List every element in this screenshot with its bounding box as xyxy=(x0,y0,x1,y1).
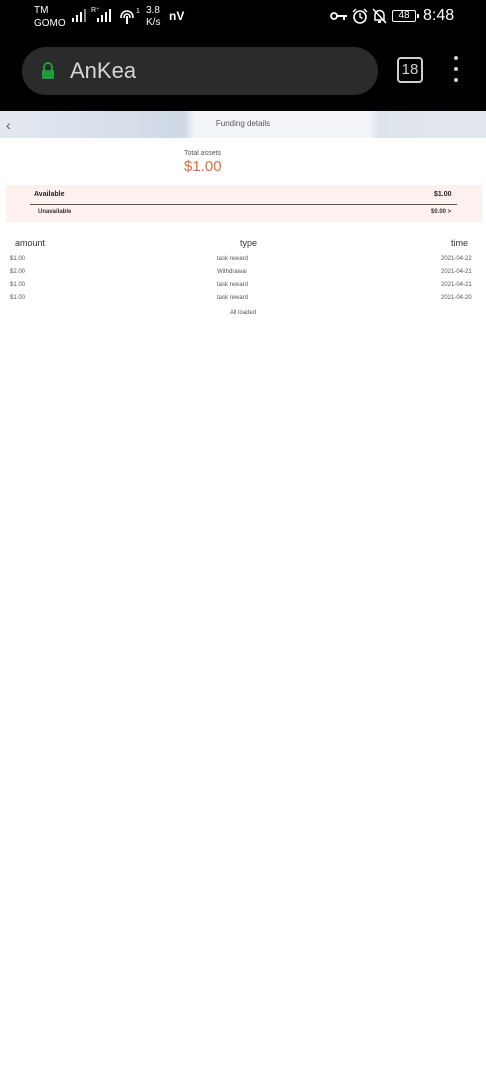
carrier-line-1: TM xyxy=(34,5,49,16)
unavailable-label[interactable]: Unavailable xyxy=(38,209,71,215)
list-footer: All loaded xyxy=(229,310,257,316)
row-amount: $1.00 xyxy=(10,282,26,288)
available-label: Available xyxy=(34,191,65,198)
row-time: 2021-04-20 xyxy=(441,295,472,301)
available-value: $1.00 xyxy=(434,191,452,198)
row-time: 2021-04-21 xyxy=(441,282,472,288)
carrier-name: TM GOMO xyxy=(34,4,66,30)
total-assets-value: $1.00 xyxy=(184,158,222,175)
page-title: Funding details xyxy=(215,119,271,128)
unavailable-value[interactable]: $0.00 > xyxy=(431,209,451,215)
clock: 8:48 xyxy=(423,7,455,24)
row-amount: $2.00 xyxy=(10,269,26,275)
column-header-amount: amount xyxy=(15,238,46,248)
table-row: $1.00 task reward 2021-04-22 xyxy=(0,256,486,268)
battery-icon: 48 xyxy=(392,10,419,22)
column-header-type: type xyxy=(240,238,258,248)
status-bar: TM GOMO R⁺ 1 3.8 K/s nV 48 8:48 xyxy=(0,0,486,40)
balance-card: Available $1.00 Unavailable $0.00 > xyxy=(6,185,482,222)
alarm-icon xyxy=(352,8,368,24)
row-type: task reward xyxy=(217,282,249,288)
hotspot-icon xyxy=(119,10,135,24)
row-type: task reward xyxy=(217,295,249,301)
carrier-line-2: GOMO xyxy=(34,18,66,29)
key-icon xyxy=(330,12,347,20)
bell-off-icon xyxy=(372,8,387,24)
row-amount: $1.00 xyxy=(10,256,26,262)
row-time: 2021-04-22 xyxy=(441,256,472,262)
more-vertical-icon[interactable] xyxy=(452,56,460,86)
total-assets-label: Total assets xyxy=(184,150,221,157)
column-header-time: time xyxy=(451,238,469,248)
lock-icon xyxy=(42,62,54,79)
divider xyxy=(30,204,457,205)
address-bar[interactable]: AnKea xyxy=(22,47,378,95)
row-type: task reward xyxy=(217,256,249,262)
tab-switcher-button[interactable]: 18 xyxy=(397,57,423,83)
network-speed: 3.8 K/s xyxy=(146,5,160,29)
hotspot-count: 1 xyxy=(136,8,140,15)
table-row: $1.00 task reward 2021-04-21 xyxy=(0,282,486,294)
nv-label: nV xyxy=(169,9,185,23)
signal-bars-roaming-icon xyxy=(97,9,111,22)
signal-bars-icon xyxy=(72,9,86,22)
table-row: $2.00 Withdrawal 2021-04-21 xyxy=(0,269,486,281)
row-amount: $1.00 xyxy=(10,295,26,301)
url-text[interactable]: AnKea xyxy=(70,58,136,84)
page-header: ‹ Funding details xyxy=(0,111,486,138)
table-row: $1.00 task reward 2021-04-20 xyxy=(0,295,486,307)
speed-unit: K/s xyxy=(146,17,161,28)
row-time: 2021-04-21 xyxy=(441,269,472,275)
browser-toolbar: AnKea 18 xyxy=(0,40,486,111)
row-type: Withdrawal xyxy=(217,269,247,275)
speed-value: 3.8 xyxy=(146,5,160,16)
